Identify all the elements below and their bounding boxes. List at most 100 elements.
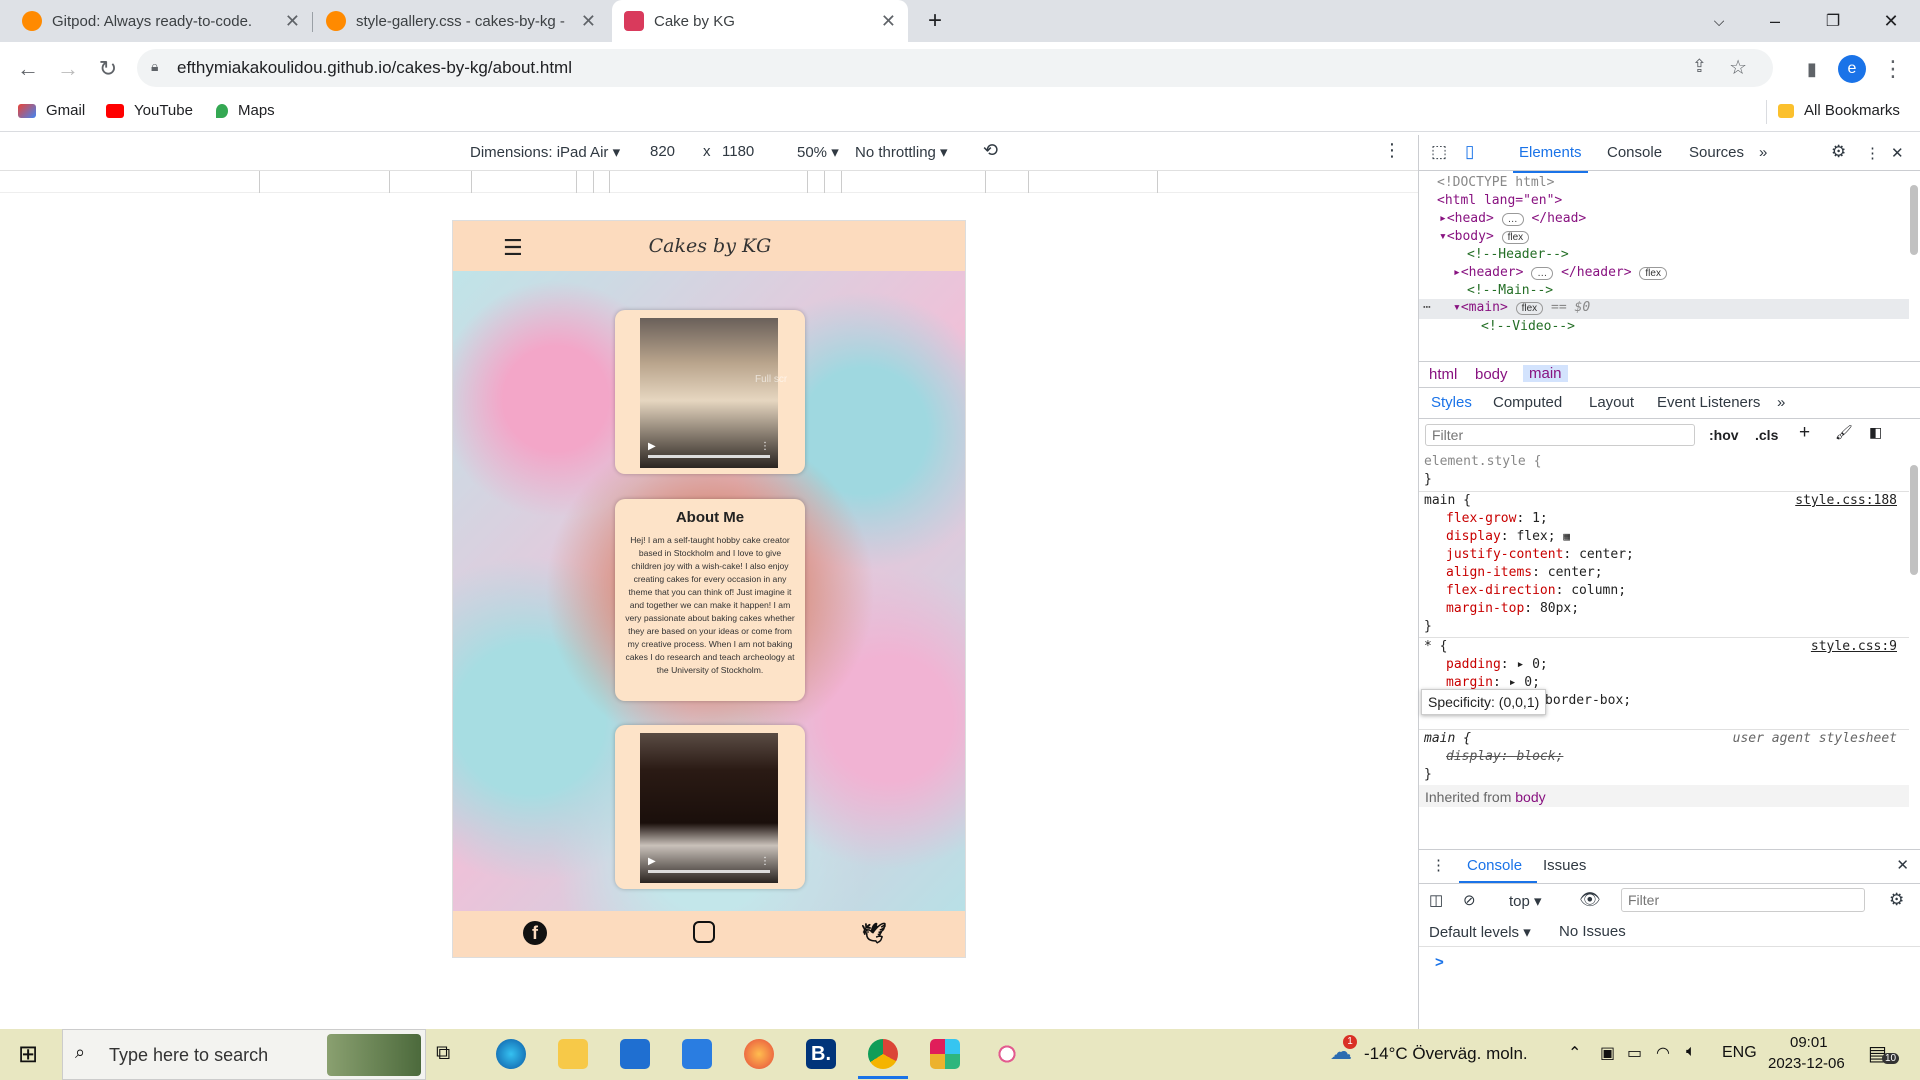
dom-header[interactable]: ▸<header> … </header> flex [1453, 265, 1667, 280]
firefox-icon[interactable] [744, 1039, 774, 1069]
site-brand[interactable]: Cakes by KG [649, 235, 772, 257]
taskbar-search-box[interactable]: ⌕ Type here to search [62, 1029, 426, 1080]
devtools-menu-icon[interactable]: ⋮ [1865, 144, 1880, 162]
cls-toggle[interactable]: .cls [1755, 427, 1778, 443]
tray-camera-icon[interactable]: ▣ [1600, 1043, 1615, 1063]
tab-event-listeners[interactable]: Event Listeners [1657, 394, 1760, 411]
tab-sources[interactable]: Sources [1689, 144, 1744, 161]
main-source-link[interactable]: style.css:188 [1795, 492, 1897, 510]
tab-styles[interactable]: Styles [1431, 394, 1472, 411]
paint-icon[interactable]: 🖌︎ [1835, 424, 1853, 441]
language-indicator[interactable]: ENG [1722, 1044, 1757, 1062]
minimize-icon[interactable]: – [1752, 0, 1798, 42]
back-icon[interactable]: ← [13, 54, 43, 84]
zoom-select[interactable]: 50% ▾ [797, 143, 839, 161]
tab-console[interactable]: Console [1607, 144, 1662, 161]
drawer-tab-console[interactable]: Console [1467, 857, 1522, 874]
bookmark-gmail[interactable]: Gmail [18, 102, 85, 119]
console-settings-gear-icon[interactable]: ⚙ [1889, 890, 1904, 910]
crumb-html[interactable]: html [1429, 366, 1457, 383]
more-tabs-icon[interactable]: » [1777, 394, 1785, 411]
close-tab-icon[interactable]: ✕ [881, 11, 896, 32]
tab-elements[interactable]: Elements [1513, 144, 1588, 173]
cake-video-1[interactable]: ▶ ⋮ [640, 318, 778, 468]
flex-badge[interactable]: flex [1639, 267, 1667, 280]
scrollbar-thumb[interactable] [1910, 465, 1918, 575]
ua-selector[interactable]: main { [1424, 730, 1471, 748]
devtools-close-icon[interactable]: ✕ [1891, 144, 1904, 162]
wifi-icon[interactable]: ◠ [1656, 1043, 1670, 1063]
device-dimensions-select[interactable]: Dimensions: iPad Air ▾ [470, 143, 620, 161]
new-rule-icon[interactable]: + [1799, 422, 1810, 444]
ua-declaration[interactable]: display: block; [1446, 748, 1563, 766]
css-declaration[interactable]: flex-grow: 1; [1446, 510, 1548, 528]
edge-icon[interactable] [496, 1039, 526, 1069]
tab-computed[interactable]: Computed [1493, 394, 1562, 411]
tab-search-icon[interactable]: ⌵ [1696, 0, 1742, 42]
log-levels-select[interactable]: Default levels ▾ [1429, 923, 1531, 941]
bookmark-youtube[interactable]: YouTube [106, 102, 193, 119]
styles-filter-input[interactable] [1425, 424, 1695, 446]
inherited-element-link[interactable]: body [1515, 789, 1545, 805]
tray-expand-icon[interactable]: ⌃ [1568, 1043, 1581, 1063]
drawer-close-icon[interactable]: ✕ [1896, 856, 1909, 874]
crumb-body[interactable]: body [1475, 366, 1508, 383]
tab-layout[interactable]: Layout [1589, 394, 1634, 411]
slack-icon[interactable] [930, 1039, 960, 1069]
star-source-link[interactable]: style.css:9 [1811, 638, 1897, 656]
all-bookmarks[interactable]: All Bookmarks [1778, 102, 1900, 119]
device-width-input[interactable]: 820 [650, 143, 675, 160]
browser-tab-cake-by-kg[interactable]: Cake by KG ✕ [612, 0, 908, 42]
browser-tab-style-gallery[interactable]: style-gallery.css - cakes-by-kg - ✕ [314, 0, 608, 42]
row-menu-icon[interactable]: ⋯ [1423, 300, 1431, 315]
console-filter-input[interactable] [1621, 888, 1865, 912]
windows-start-icon[interactable]: ⊞ [18, 1040, 38, 1069]
css-declaration[interactable]: justify-content: center; [1446, 546, 1634, 564]
video-menu-icon[interactable]: ⋮ [760, 856, 770, 867]
drawer-tab-issues[interactable]: Issues [1543, 857, 1586, 874]
new-tab-icon[interactable]: + [912, 0, 958, 42]
crumb-main[interactable]: main [1523, 365, 1568, 382]
clock-time[interactable]: 09:01 [1790, 1034, 1828, 1051]
inspect-element-icon[interactable]: ⬚ [1431, 142, 1447, 162]
task-view-icon[interactable]: ⧉ [436, 1042, 450, 1065]
volume-icon[interactable]: 🔈︎ [1686, 1043, 1696, 1061]
battery-icon[interactable]: ▭ [1627, 1043, 1642, 1063]
device-toggle-icon[interactable]: ▯ [1465, 142, 1474, 162]
dom-video-comment[interactable]: <!--Video--> [1481, 319, 1575, 334]
dom-body[interactable]: ▾<body> flex [1439, 229, 1530, 244]
hamburger-menu-icon[interactable]: ☰ [503, 235, 523, 261]
device-options-icon[interactable]: ⋮ [1383, 140, 1401, 161]
cake-video-2[interactable]: ▶ ⋮ [640, 733, 778, 883]
video-menu-icon[interactable]: ⋮ [760, 441, 770, 452]
rotate-icon[interactable]: ⟲ [983, 140, 998, 161]
dom-header-comment[interactable]: <!--Header--> [1467, 247, 1569, 262]
more-tabs-icon[interactable]: » [1759, 144, 1767, 161]
console-prompt[interactable]: > [1435, 954, 1444, 971]
reload-icon[interactable]: ↻ [93, 54, 123, 84]
sidebar-toggle-icon[interactable]: ◧ [1869, 424, 1882, 441]
drawer-menu-icon[interactable]: ⋮ [1431, 856, 1446, 874]
dom-selected-row[interactable]: ⋯ ▾<main> flex == $0 [1419, 299, 1909, 319]
flex-badge[interactable]: flex [1501, 231, 1530, 244]
flex-badge[interactable]: flex [1515, 302, 1544, 315]
play-icon[interactable]: ▶ [648, 856, 656, 867]
clock-date[interactable]: 2023-12-06 [1768, 1055, 1845, 1072]
close-tab-icon[interactable]: ✕ [581, 11, 596, 32]
dom-head[interactable]: ▸<head> … </head> [1439, 211, 1586, 226]
clear-console-icon[interactable]: ⊘ [1463, 891, 1476, 909]
weather-text[interactable]: -14°C Överväg. moln. [1364, 1044, 1528, 1064]
ellipsis-badge[interactable]: … [1531, 267, 1554, 280]
share-icon[interactable]: ⇪ [1692, 56, 1707, 77]
css-declaration[interactable]: align-items: center; [1446, 564, 1603, 582]
dom-html[interactable]: <html lang="en"> [1437, 193, 1562, 208]
styles-scrollbar[interactable] [1908, 435, 1918, 835]
window-close-icon[interactable]: ✕ [1868, 0, 1914, 42]
css-declaration[interactable]: display: flex; ▦ [1446, 528, 1570, 546]
settings-gear-icon[interactable]: ⚙ [1831, 142, 1846, 162]
booking-icon[interactable]: B. [806, 1039, 836, 1069]
main-selector[interactable]: main { [1424, 492, 1471, 510]
issues-count[interactable]: No Issues [1559, 923, 1626, 940]
device-height-input[interactable]: 1180 [722, 143, 754, 160]
profile-avatar[interactable]: e [1838, 55, 1866, 83]
